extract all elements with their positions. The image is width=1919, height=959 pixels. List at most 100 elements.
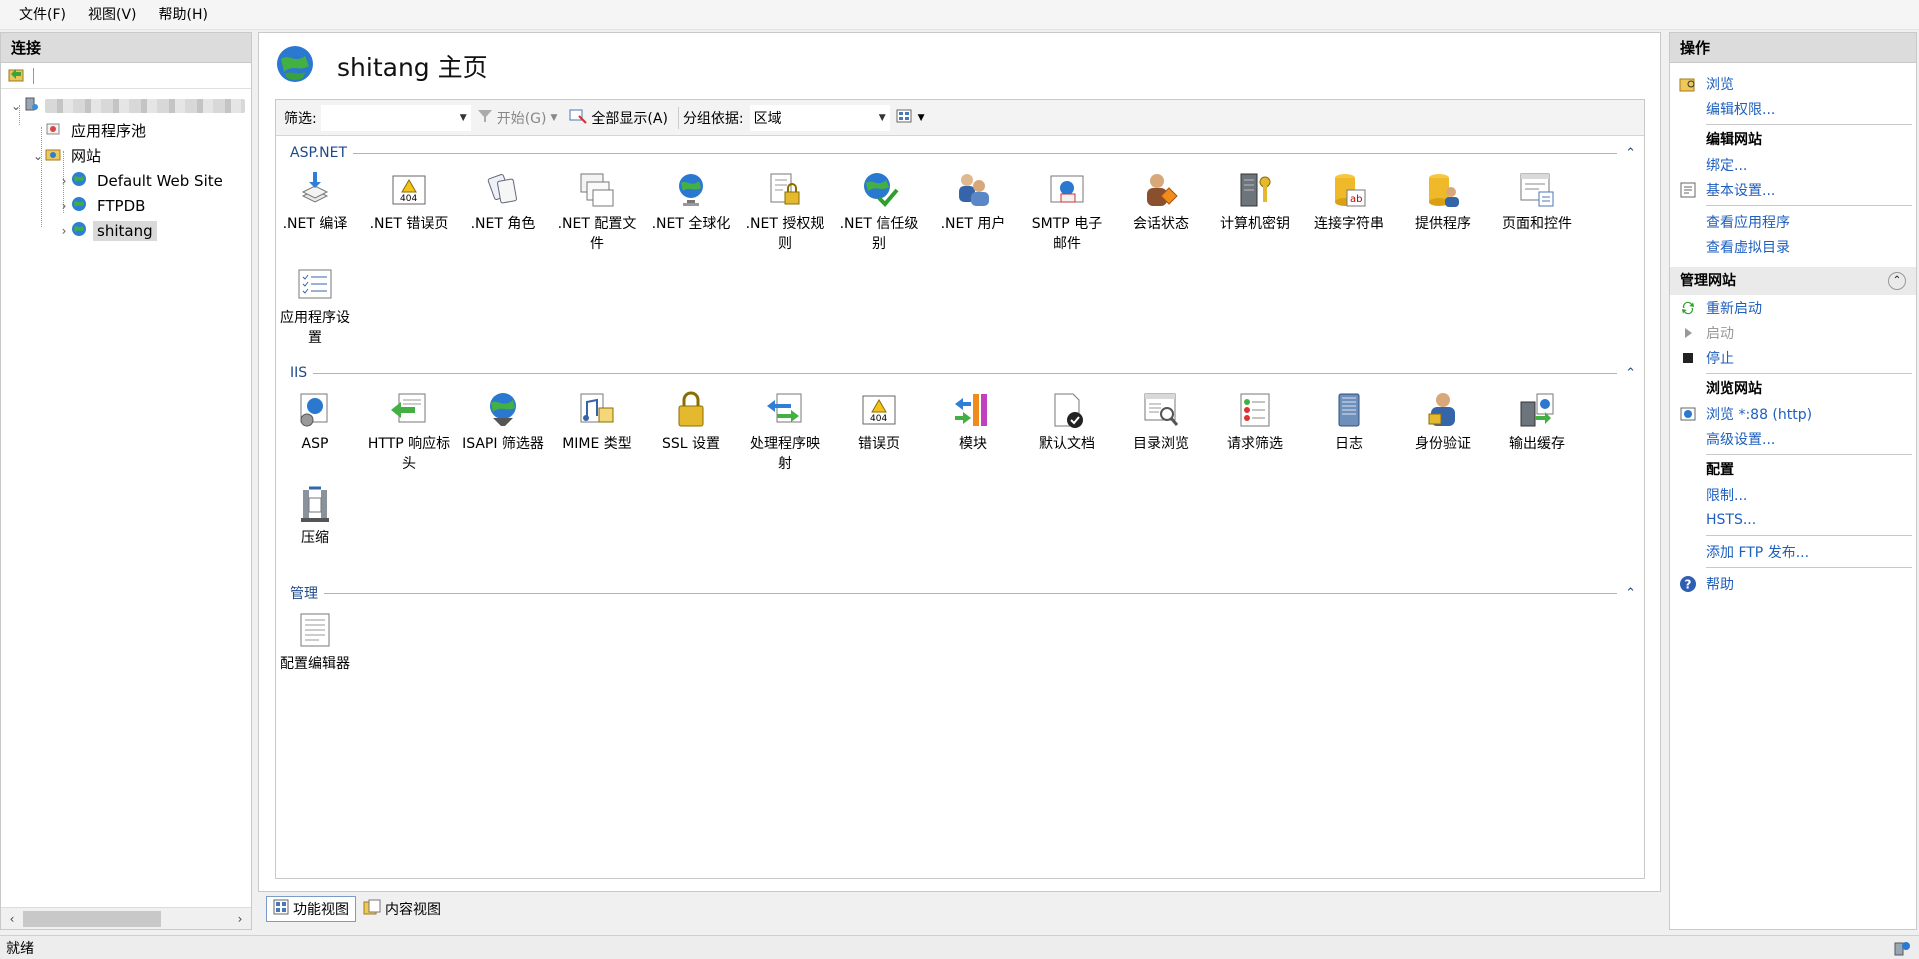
collapse-icon[interactable]: ⌃	[1617, 586, 1636, 601]
action-browse-http[interactable]: 浏览 *:88 (http)	[1670, 401, 1916, 426]
basic-settings-icon	[1670, 182, 1706, 198]
tree-item-ftpdb[interactable]: › FTPDB	[1, 193, 251, 218]
restart-icon	[1670, 300, 1706, 316]
show-all-icon	[569, 108, 588, 128]
tree-item-shitang[interactable]: › shitang	[1, 218, 251, 243]
start-filter-button[interactable]: 开始(G) ▼	[471, 105, 564, 131]
feature-label: 错误页	[858, 436, 900, 452]
dropdown-arrow-icon[interactable]: ▼	[918, 113, 925, 123]
menu-view[interactable]: 视图(V)	[77, 0, 148, 30]
help-icon: ?	[1670, 575, 1706, 593]
dropdown-arrow-icon[interactable]: ▼	[879, 113, 886, 123]
action-explore[interactable]: 浏览	[1670, 71, 1916, 96]
feature-net-globalization[interactable]: .NET 全球化	[644, 170, 738, 234]
feature-isapi-filters[interactable]: ISAPI 筛选器	[456, 390, 550, 454]
action-restart[interactable]: 重新启动	[1670, 295, 1916, 320]
feature-providers[interactable]: 提供程序	[1396, 170, 1490, 234]
scroll-thumb[interactable]	[23, 910, 161, 927]
action-advanced-settings[interactable]: 高级设置...	[1670, 426, 1916, 451]
feature-default-document[interactable]: 默认文档	[1020, 390, 1114, 454]
feature-logging[interactable]: 日志	[1302, 390, 1396, 454]
menu-file[interactable]: 文件(F)	[8, 0, 77, 30]
connections-hscrollbar[interactable]: ‹ ›	[1, 907, 251, 929]
feature-handler-mappings[interactable]: 处理程序映 射	[738, 390, 832, 474]
chevron-down-icon[interactable]: ⌄	[9, 99, 23, 113]
feature-output-caching[interactable]: 输出缓存	[1490, 390, 1584, 454]
action-edit-permissions[interactable]: 编辑权限...	[1670, 96, 1916, 121]
feature-smtp-email[interactable]: SMTP 电子 邮件	[1020, 170, 1114, 254]
action-view-applications[interactable]: 查看应用程序	[1670, 209, 1916, 234]
chevron-right-icon[interactable]: ›	[57, 199, 71, 213]
filter-input[interactable]: ▼	[320, 104, 471, 131]
feature-machine-key[interactable]: 计算机密钥	[1208, 170, 1302, 234]
menu-help[interactable]: 帮助(H)	[148, 0, 219, 30]
show-all-button[interactable]: 全部显示(A)	[563, 105, 674, 131]
feature-net-roles[interactable]: .NET 角色	[456, 170, 550, 234]
action-limits[interactable]: 限制...	[1670, 482, 1916, 507]
group-header-aspnet: ASP.NET ⌃	[290, 144, 1636, 162]
feature-app-settings[interactable]: 应用程序设 置	[268, 264, 362, 348]
group-by-select[interactable]: 区域 ▼	[749, 104, 890, 131]
page-header: shitang 主页	[259, 33, 1660, 99]
action-bindings[interactable]: 绑定...	[1670, 152, 1916, 177]
server-node[interactable]: ⌄	[1, 93, 251, 118]
request-filtering-icon	[1240, 393, 1270, 427]
actions-title: 操作	[1670, 33, 1916, 63]
chevron-right-icon[interactable]: ›	[57, 224, 71, 238]
action-help[interactable]: ? 帮助	[1670, 571, 1916, 596]
feature-label: 处理程序映	[750, 436, 820, 452]
dropdown-arrow-icon[interactable]: ▼	[551, 113, 558, 123]
action-hsts[interactable]: HSTS...	[1670, 507, 1916, 532]
feature-ssl-settings[interactable]: SSL 设置	[644, 390, 738, 454]
action-basic-settings[interactable]: 基本设置...	[1670, 177, 1916, 202]
collapse-icon[interactable]: ⌃	[1888, 272, 1906, 290]
feature-modules[interactable]: 模块	[926, 390, 1020, 454]
network-status-icon	[1893, 939, 1911, 959]
feature-label: 会话状态	[1133, 216, 1189, 232]
scroll-left-icon[interactable]: ‹	[1, 912, 23, 926]
collapse-icon[interactable]: ⌃	[1617, 146, 1636, 161]
connect-icon[interactable]	[7, 65, 25, 87]
action-start[interactable]: 启动	[1670, 320, 1916, 345]
feature-configuration-editor[interactable]: 配置编辑器	[268, 610, 362, 674]
feature-net-profile[interactable]: .NET 配置文 件	[550, 170, 644, 254]
view-mode-button[interactable]: ▼	[890, 105, 931, 131]
tab-features-view[interactable]: 功能视图	[266, 896, 356, 922]
feature-asp[interactable]: ASP	[268, 390, 362, 454]
feature-net-authorization[interactable]: .NET 授权规 则	[738, 170, 832, 254]
action-add-ftp-publishing[interactable]: 添加 FTP 发布...	[1670, 539, 1916, 564]
chevron-down-icon[interactable]: ⌄	[31, 149, 45, 163]
collapse-icon[interactable]: ⌃	[1617, 366, 1636, 381]
feature-error-pages[interactable]: 404 错误页	[832, 390, 926, 454]
feature-session-state[interactable]: 会话状态	[1114, 170, 1208, 234]
group-title-management: 管理	[290, 583, 324, 603]
group-divider	[353, 152, 1618, 154]
feature-label: SSL 设置	[661, 436, 721, 452]
feature-net-trust-levels[interactable]: .NET 信任级 别	[832, 170, 926, 254]
feature-pages-controls[interactable]: 页面和控件	[1490, 170, 1584, 234]
chevron-right-icon[interactable]: ›	[57, 174, 71, 188]
feature-directory-browsing[interactable]: 目录浏览	[1114, 390, 1208, 454]
action-add-ftp-label: 添加 FTP 发布...	[1706, 544, 1810, 561]
feature-net-error-pages[interactable]: 404 .NET 错误页	[362, 170, 456, 234]
tab-content-view[interactable]: 内容视图	[356, 896, 448, 922]
feature-connection-strings[interactable]: ab 连接字符串	[1302, 170, 1396, 234]
feature-label: 配置编辑器	[280, 656, 350, 672]
dropdown-arrow-icon[interactable]: ▼	[460, 113, 467, 123]
action-view-virtual-directories[interactable]: 查看虚拟目录	[1670, 234, 1916, 259]
feature-net-users[interactable]: .NET 用户	[926, 170, 1020, 234]
feature-mime-types[interactable]: MIME 类型	[550, 390, 644, 454]
actions-pane: 操作 浏览 编辑权限... 编辑网站 绑定... 基本设置... 查看应用程序 …	[1669, 32, 1917, 930]
feature-request-filtering[interactable]: 请求筛选	[1208, 390, 1302, 454]
feature-authentication[interactable]: 身份验证	[1396, 390, 1490, 454]
feature-http-response-headers[interactable]: HTTP 响应标 头	[362, 390, 456, 474]
feature-compression[interactable]: 压缩	[268, 484, 362, 548]
svg-text:ab: ab	[1350, 194, 1362, 205]
tree-item-default-web-site[interactable]: › Default Web Site	[1, 168, 251, 193]
scroll-right-icon[interactable]: ›	[229, 912, 251, 926]
feature-net-compilation[interactable]: .NET 编译	[268, 170, 362, 234]
tree-item-app-pools[interactable]: 应用程序池	[1, 118, 251, 143]
status-text: 就绪	[6, 940, 34, 957]
action-stop[interactable]: 停止	[1670, 345, 1916, 370]
tree-item-sites[interactable]: ⌄ 网站	[1, 143, 251, 168]
